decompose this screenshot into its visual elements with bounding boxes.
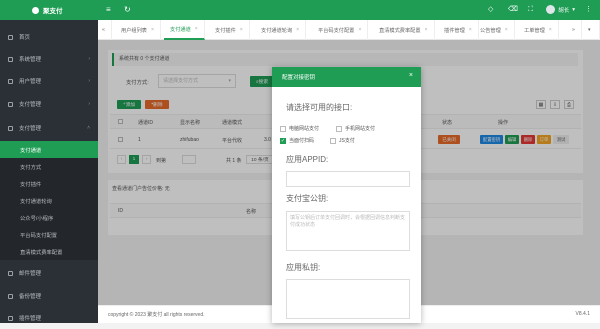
app-logo[interactable]: 聚支付 (0, 0, 98, 20)
dialog-header: 配置对接密钥 × (272, 67, 421, 87)
private-key-textarea[interactable] (286, 279, 410, 319)
chevron-right-icon: › (88, 101, 90, 107)
close-icon[interactable]: × (358, 27, 361, 33)
sidebar-sub-plugin[interactable]: 支付插件 (0, 175, 98, 192)
mail-icon (8, 270, 13, 276)
logo-icon (32, 6, 39, 14)
chevron-down-icon: ▾ (572, 6, 575, 13)
sidebar-sub-paytype[interactable]: 支付方式 (0, 158, 98, 175)
backup-icon (8, 293, 13, 299)
top-header: ≡ ↻ ◇ ⌫ ⛶ 胡长 ▾ ⋮ (98, 0, 600, 20)
sidebar-item-mail[interactable]: 邮件管理 (0, 262, 98, 284)
user-menu[interactable]: 胡长 ▾ (546, 5, 575, 14)
sidebar-item-trade[interactable]: 支付管理 › (0, 93, 98, 115)
tab-platform[interactable]: 平台码支付配置 × (312, 20, 369, 40)
close-icon[interactable]: × (505, 27, 508, 33)
tab-channel[interactable]: 支付通道 × (164, 20, 205, 40)
tabs-menu-icon[interactable]: ▾ (584, 20, 600, 40)
tabs-next-icon[interactable]: » (568, 20, 582, 40)
refresh-icon[interactable]: ↻ (124, 4, 131, 16)
menu-icon[interactable]: ≡ (106, 4, 111, 16)
tab-plugins[interactable]: 插件管理 × (438, 20, 479, 40)
sidebar-sub-platform[interactable]: 平台码支付配置 (0, 226, 98, 243)
chevron-right-icon: › (88, 78, 90, 84)
public-key-textarea[interactable]: 填写公钥后订单支付回调时，会根据回调信息判断支付成功状态 (286, 211, 410, 251)
settings-icon (8, 56, 13, 62)
close-icon[interactable]: × (151, 27, 154, 33)
user-icon (8, 78, 13, 84)
private-key-label: 应用私钥: (286, 263, 321, 272)
close-icon[interactable]: × (549, 27, 552, 33)
tag-icon[interactable]: ◇ (488, 4, 493, 16)
option-pc-web[interactable]: 电脑网站支付 (280, 125, 319, 132)
option-face-scan[interactable]: ✓ 当面付扫码 (280, 137, 314, 144)
checkbox[interactable] (280, 125, 286, 132)
checkbox-checked-icon[interactable]: ✓ (280, 137, 286, 144)
sidebar-item-user[interactable]: 用户管理 › (0, 70, 98, 92)
sidebar: 聚支付 首页 系统管理 › 用户管理 › 支付管理 › 支付管理 ˄ 支付通道 支付方式… (0, 0, 98, 323)
public-key-label: 支付宝公钥: (286, 194, 329, 203)
option-mobile-web[interactable]: 手机网站支付 (336, 125, 375, 132)
tab-ticket[interactable]: 工单管理 × (518, 20, 559, 40)
sidebar-item-backup[interactable]: 备份管理 (0, 285, 98, 307)
close-icon[interactable]: × (240, 27, 243, 33)
tab-notice[interactable]: 公告管理 × (474, 20, 515, 40)
sidebar-item-home[interactable]: 首页 (0, 26, 98, 48)
sidebar-sub-rate[interactable]: 直清模式费率配置 (0, 243, 98, 260)
tab-plugin[interactable]: 支付插件 × (209, 20, 250, 40)
pay-icon (8, 125, 13, 131)
close-icon[interactable]: × (409, 72, 413, 79)
clear-icon[interactable]: ⌫ (508, 4, 518, 16)
checkbox[interactable] (330, 137, 336, 144)
interface-label: 请选择可用的接口: (286, 103, 353, 112)
close-icon[interactable]: × (296, 27, 299, 33)
config-key-dialog: 配置对接密钥 × 请选择可用的接口: 电脑网站支付 手机网站支付 ✓ 当面付扫码 J… (272, 67, 421, 323)
avatar (546, 5, 556, 14)
appid-label: 应用APPID: (286, 155, 329, 164)
checkbox[interactable] (336, 125, 342, 132)
dialog-title: 配置对接密钥 (282, 75, 316, 81)
more-icon[interactable]: ⋮ (585, 4, 592, 16)
option-js-pay[interactable]: JS支付 (330, 137, 355, 144)
appid-input[interactable] (286, 171, 410, 187)
sidebar-item-pay[interactable]: 支付管理 ˄ (0, 117, 98, 139)
trade-icon (8, 101, 13, 107)
fullscreen-icon[interactable]: ⛶ (528, 4, 533, 16)
sidebar-sub-channel[interactable]: 支付通道 (0, 141, 98, 158)
chevron-down-icon: ˄ (87, 125, 90, 131)
close-icon[interactable]: × (195, 26, 198, 32)
sidebar-sub-poll[interactable]: 支付通道轮询 (0, 192, 98, 209)
chevron-right-icon: › (88, 56, 90, 62)
sidebar-sub-mp[interactable]: 公众号/小程序 (0, 209, 98, 226)
version-label: V8.4.1 (575, 311, 590, 317)
close-icon[interactable]: × (469, 27, 472, 33)
sidebar-item-system[interactable]: 系统管理 › (0, 48, 98, 70)
tab-poll[interactable]: 支付通道轮询 × (255, 20, 307, 40)
tab-bar: « 用户组列表 × 支付通道 × 支付插件 × 支付通道轮询 × 平台码支付配置 × 直清… (98, 20, 600, 40)
tabs-prev-icon[interactable]: « (98, 20, 112, 40)
home-icon (8, 34, 13, 40)
sidebar-item-plugin[interactable]: 插件管理 (0, 307, 98, 329)
close-icon[interactable]: × (425, 27, 428, 33)
tab-rate[interactable]: 直清模式费率配置 × (373, 20, 435, 40)
plugin-icon (8, 315, 13, 321)
tab-usergroup[interactable]: 用户组列表 × (115, 20, 161, 40)
